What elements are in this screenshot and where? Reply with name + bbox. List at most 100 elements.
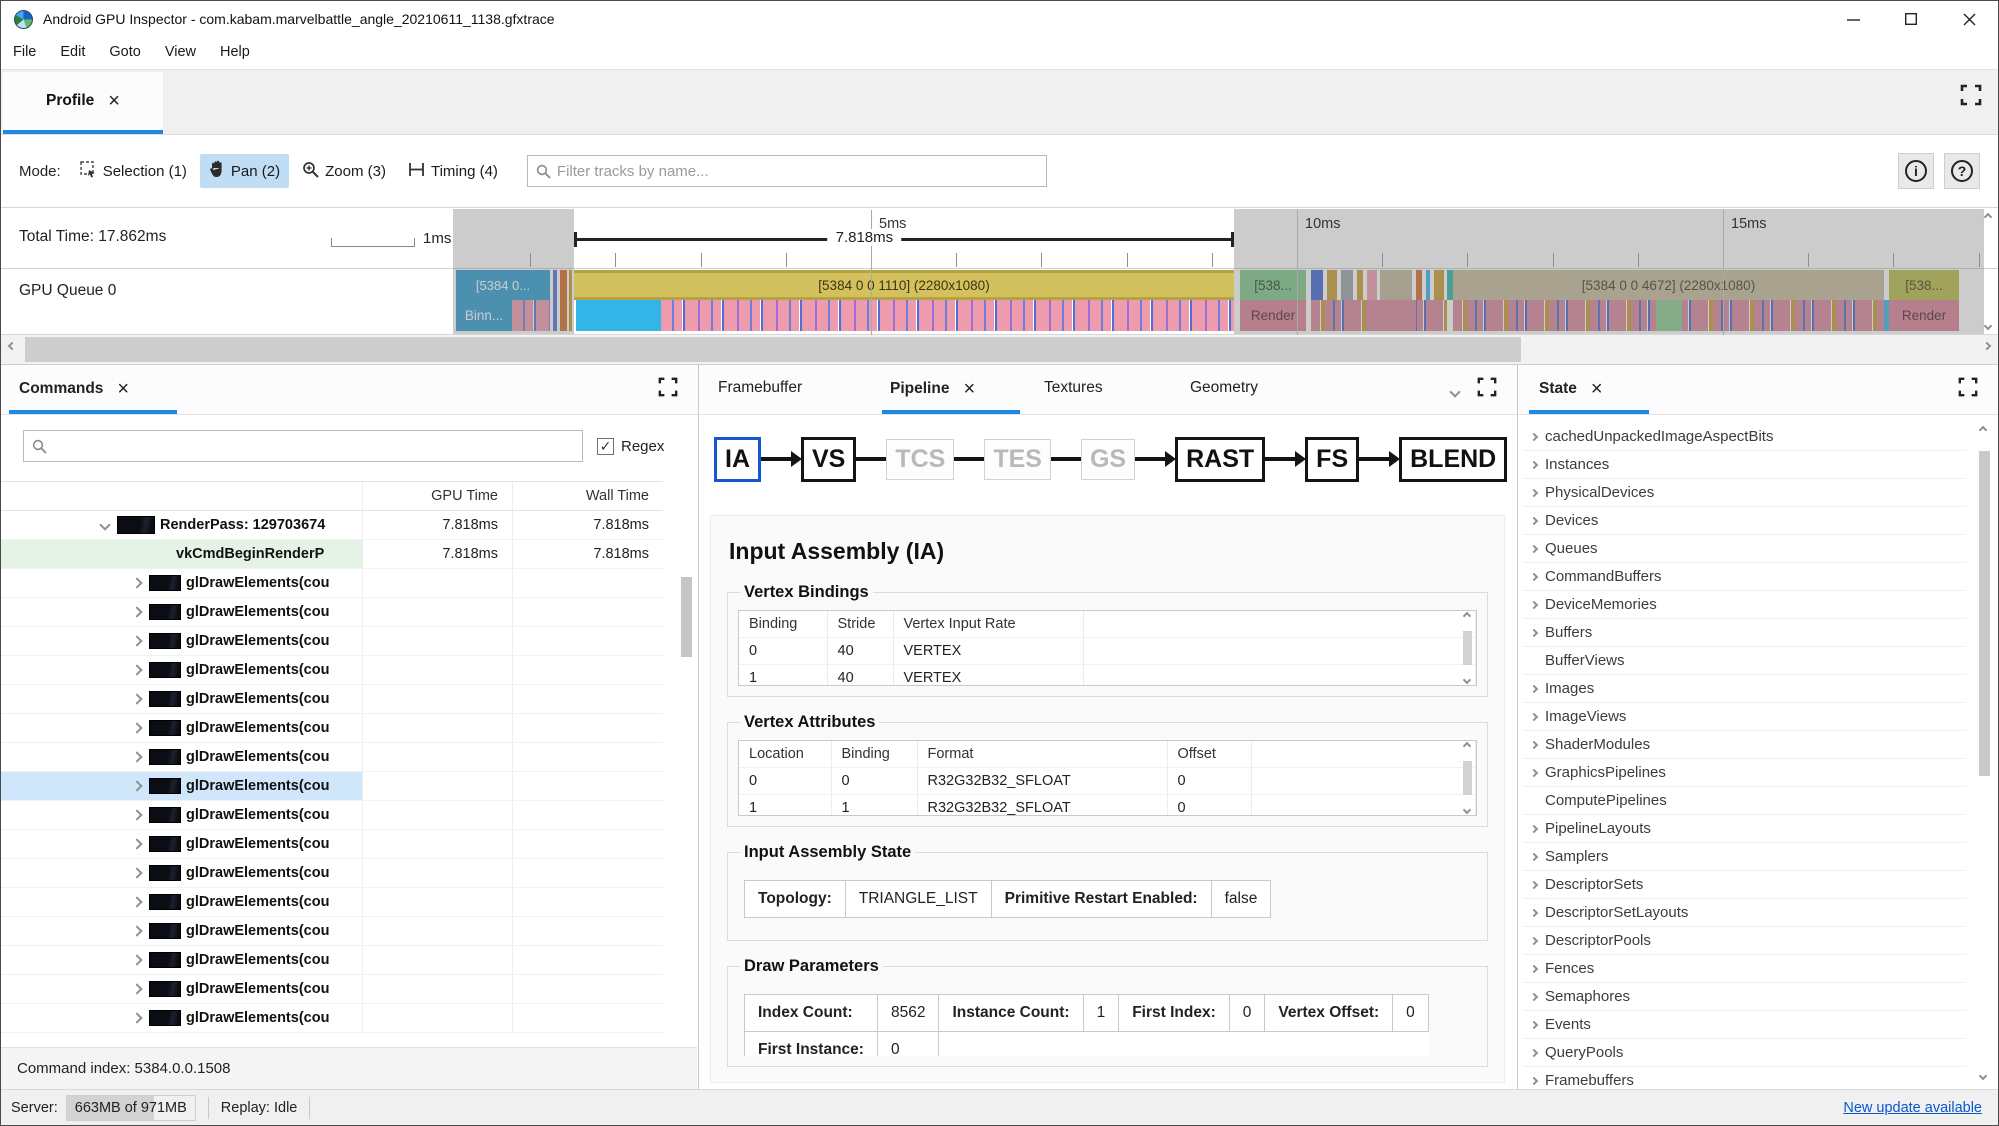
stage-fs[interactable]: FS	[1305, 436, 1360, 482]
state-fullscreen-button[interactable]	[1958, 377, 1978, 397]
timeline-vertical-scrollbar[interactable]	[1981, 212, 1995, 331]
span-draw-cyan[interactable]	[576, 300, 661, 331]
commands-search-input-wrap[interactable]	[23, 430, 583, 462]
chevron-right-icon[interactable]	[1529, 740, 1539, 749]
chevron-right-icon[interactable]	[1529, 936, 1539, 945]
close-tab-icon[interactable]: ×	[108, 91, 120, 111]
state-item-images[interactable]: Images	[1523, 675, 1966, 703]
filter-tracks-input-wrap[interactable]	[526, 155, 1047, 187]
command-row[interactable]: glDrawElements(cou	[1, 830, 663, 859]
command-row[interactable]: glDrawElements(cou	[1, 1004, 663, 1033]
command-row[interactable]: glDrawElements(cou	[1, 569, 663, 598]
menu-edit[interactable]: Edit	[60, 44, 85, 60]
command-row[interactable]: glDrawElements(cou	[1, 859, 663, 888]
state-item-buffers[interactable]: Buffers	[1523, 619, 1966, 647]
command-row[interactable]: vkCmdBeginRenderP 7.818ms 7.818ms	[1, 540, 663, 569]
state-item-commandbuffers[interactable]: CommandBuffers	[1523, 563, 1966, 591]
command-row[interactable]: glDrawElements(cou	[1, 975, 663, 1004]
chevron-down-icon[interactable]	[99, 519, 111, 531]
tab-overflow-chevron-down-icon[interactable]	[1449, 383, 1461, 401]
maximize-button[interactable]	[1882, 1, 1940, 37]
state-item-descriptorsetlayouts[interactable]: DescriptorSetLayouts	[1523, 899, 1966, 927]
command-row[interactable]: glDrawElements(cou	[1, 714, 663, 743]
command-row[interactable]: glDrawElements(cou	[1, 946, 663, 975]
menu-goto[interactable]: Goto	[109, 44, 140, 60]
state-item-imageviews[interactable]: ImageViews	[1523, 703, 1966, 731]
state-item-instances[interactable]: Instances	[1523, 451, 1966, 479]
stage-blend[interactable]: BLEND	[1399, 436, 1508, 482]
scrollbar-thumb[interactable]	[1979, 451, 1990, 776]
table-row[interactable]: 0 40 VERTEX	[739, 637, 1476, 665]
state-item-framebuffers[interactable]: Framebuffers	[1523, 1067, 1966, 1089]
mode-timing-button[interactable]: Timing (4)	[399, 154, 507, 188]
tab-profile[interactable]: Profile ×	[3, 72, 163, 134]
timeline[interactable]: Total Time: 17.862ms 1ms GPU Queue 0 [53…	[1, 207, 1998, 335]
chevron-right-icon[interactable]	[131, 664, 143, 676]
help-button[interactable]: ?	[1944, 153, 1980, 189]
chevron-right-icon[interactable]	[1529, 852, 1539, 861]
span-draw-strip[interactable]	[661, 300, 1234, 331]
state-scrollbar[interactable]	[1977, 423, 1992, 1081]
tab-geometry[interactable]: Geometry	[1186, 371, 1262, 405]
chevron-right-icon[interactable]	[131, 722, 143, 734]
update-link[interactable]: New update available	[1843, 1100, 1982, 1116]
chevron-right-icon[interactable]	[1529, 964, 1539, 973]
chevron-right-icon[interactable]	[1529, 460, 1539, 469]
chevron-right-icon[interactable]	[1529, 684, 1539, 693]
menu-view[interactable]: View	[165, 44, 196, 60]
info-button[interactable]: i	[1898, 153, 1934, 189]
scroll-left-icon[interactable]	[7, 341, 17, 351]
chevron-right-icon[interactable]	[1529, 600, 1539, 609]
chevron-right-icon[interactable]	[1529, 768, 1539, 777]
minimize-button[interactable]	[1824, 1, 1882, 37]
chevron-right-icon[interactable]	[1529, 880, 1539, 889]
chevron-right-icon[interactable]	[131, 838, 143, 850]
scroll-up-icon[interactable]	[1983, 212, 1993, 222]
chevron-right-icon[interactable]	[1529, 628, 1539, 637]
chevron-right-icon[interactable]	[131, 925, 143, 937]
mode-pan-button[interactable]: Pan (2)	[199, 154, 290, 188]
stage-ia[interactable]: IA	[714, 436, 761, 482]
menu-help[interactable]: Help	[220, 44, 250, 60]
state-item-semaphores[interactable]: Semaphores	[1523, 983, 1966, 1011]
tab-textures[interactable]: Textures	[1040, 371, 1107, 405]
command-row[interactable]: glDrawElements(cou	[1, 656, 663, 685]
stage-tes[interactable]: TES	[984, 438, 1051, 480]
timeline-horizontal-scrollbar[interactable]	[1, 335, 1998, 365]
table-row[interactable]: 1 40 VERTEX	[739, 664, 1476, 685]
chevron-right-icon[interactable]	[131, 577, 143, 589]
command-row[interactable]: RenderPass: 129703674 7.818ms 7.818ms	[1, 511, 663, 540]
tab-framebuffer[interactable]: Framebuffer	[714, 371, 806, 405]
chevron-right-icon[interactable]	[1529, 712, 1539, 721]
pipeline-fullscreen-button[interactable]	[1477, 377, 1497, 397]
command-row[interactable]: glDrawElements(cou	[1, 685, 663, 714]
filter-tracks-input[interactable]	[556, 162, 1038, 180]
chevron-right-icon[interactable]	[131, 780, 143, 792]
commands-search-input[interactable]	[47, 438, 574, 454]
tab-state[interactable]: State ×	[1535, 371, 1607, 407]
command-row[interactable]: glDrawElements(cou	[1, 598, 663, 627]
chevron-right-icon[interactable]	[131, 693, 143, 705]
state-item-samplers[interactable]: Samplers	[1523, 843, 1966, 871]
chevron-right-icon[interactable]	[1529, 992, 1539, 1001]
close-tab-icon[interactable]: ×	[1591, 379, 1603, 399]
state-item-events[interactable]: Events	[1523, 1011, 1966, 1039]
state-item-pipelinelayouts[interactable]: PipelineLayouts	[1523, 815, 1966, 843]
chevron-right-icon[interactable]	[1529, 1076, 1539, 1085]
chevron-right-icon[interactable]	[131, 954, 143, 966]
state-item-graphicspipelines[interactable]: GraphicsPipelines	[1523, 759, 1966, 787]
state-item-devices[interactable]: Devices	[1523, 507, 1966, 535]
scroll-down-icon[interactable]	[1983, 321, 1993, 331]
table-row[interactable]: 0 0 R32G32B32_SFLOAT 0	[739, 767, 1476, 795]
table-row[interactable]: 1 1 R32G32B32_SFLOAT 0	[739, 794, 1476, 815]
state-item-descriptorsets[interactable]: DescriptorSets	[1523, 871, 1966, 899]
chevron-right-icon[interactable]	[1529, 908, 1539, 917]
stage-gs[interactable]: GS	[1080, 438, 1136, 480]
chevron-right-icon[interactable]	[131, 751, 143, 763]
state-item-computepipelines[interactable]: ComputePipelines	[1523, 787, 1966, 815]
mode-selection-button[interactable]: Selection (1)	[71, 154, 196, 188]
state-item-descriptorpools[interactable]: DescriptorPools	[1523, 927, 1966, 955]
stage-vs[interactable]: VS	[801, 436, 857, 482]
chevron-right-icon[interactable]	[1529, 516, 1539, 525]
fullscreen-button[interactable]	[1960, 84, 1982, 106]
